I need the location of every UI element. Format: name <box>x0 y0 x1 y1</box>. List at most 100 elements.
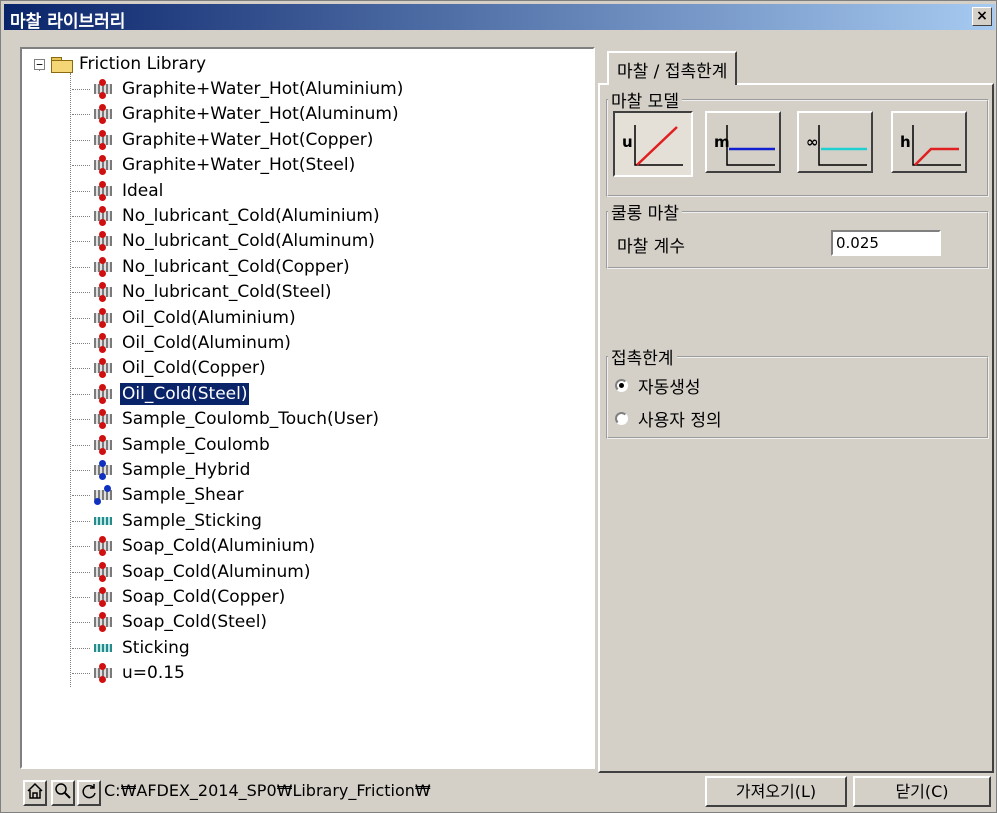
tree-connector <box>72 317 90 319</box>
tree-connector <box>72 597 90 598</box>
model-shear-button[interactable]: m <box>705 111 781 173</box>
tree-item-label: Oil_Cold(Copper) <box>122 358 266 379</box>
tree-item[interactable]: Oil_Cold(Aluminum) <box>72 331 293 355</box>
tree-item[interactable]: Sample_Shear <box>72 483 246 507</box>
tree-item-label: Oil_Cold(Aluminium) <box>122 307 296 328</box>
window-title: 마찰 라이브러리 <box>10 12 126 32</box>
tree-item[interactable]: Sticking <box>72 636 192 660</box>
tree-item-label: Oil_Cold(Steel) <box>118 381 251 406</box>
tree-item-label: Sample_Sticking <box>122 510 262 531</box>
tree-item-label: Graphite+Water_Hot(Aluminum) <box>122 104 399 125</box>
model-hybrid-button[interactable]: h <box>891 111 967 173</box>
tree-connector <box>72 470 90 471</box>
refresh-button[interactable] <box>77 780 101 806</box>
close-window-button[interactable]: × <box>972 7 992 26</box>
tree-item[interactable]: Sample_Coulomb <box>72 433 272 457</box>
tree-connector <box>72 266 90 268</box>
red-grid-icon <box>92 587 114 607</box>
user-defined-radio[interactable]: 사용자 정의 <box>615 406 722 431</box>
tree-item[interactable]: No_lubricant_Cold(Copper) <box>72 255 352 279</box>
tree-item[interactable]: No_lubricant_Cold(Aluminium) <box>72 204 382 228</box>
tab-friction-contact[interactable]: 마찰 / 접촉한계 <box>607 51 738 85</box>
red-grid-icon <box>92 282 114 303</box>
red-grid-icon <box>92 333 114 353</box>
model-coulomb-button[interactable]: u <box>613 111 693 177</box>
tree-connector <box>72 495 90 497</box>
friction-model-legend: 마찰 모델 <box>611 92 679 112</box>
tree-item-label: Sample_Shear <box>122 485 244 506</box>
tree-connector <box>72 622 90 624</box>
tree-item[interactable]: Oil_Cold(Copper) <box>72 356 268 380</box>
tree-item[interactable]: Graphite+Water_Hot(Steel) <box>72 153 357 177</box>
red-grid-icon <box>92 231 114 252</box>
tree-connector <box>72 571 90 573</box>
tree-connector <box>72 444 90 446</box>
red-grid-icon <box>92 129 114 150</box>
model-sticking-button[interactable]: ∞ <box>797 111 873 173</box>
tree-item-label: No_lubricant_Cold(Aluminum) <box>122 231 375 252</box>
model-symbol: ∞ <box>806 133 819 151</box>
tree-connector <box>72 393 90 395</box>
tree-item-label: No_lubricant_Cold(Aluminium) <box>122 206 380 226</box>
tree-item[interactable]: Graphite+Water_Hot(Copper) <box>72 128 375 152</box>
auto-generate-radio[interactable]: 자동생성 <box>615 373 701 398</box>
tree-item[interactable]: Soap_Cold(Copper) <box>72 585 287 609</box>
red-grid-icon <box>92 256 114 277</box>
red-grid-icon <box>92 383 114 404</box>
title-bar[interactable]: 마찰 라이브러리 × <box>4 4 995 32</box>
tree-item[interactable]: u=0.15 <box>72 661 187 685</box>
tree-connector <box>72 139 90 141</box>
tree-item[interactable]: Soap_Cold(Aluminum) <box>72 560 312 584</box>
red-grid-icon <box>92 104 114 125</box>
friction-coef-input[interactable]: 0.025 <box>831 230 941 256</box>
tree-item[interactable]: Soap_Cold(Steel) <box>72 610 269 634</box>
tree-connector <box>72 368 90 370</box>
tree-item-label: No_lubricant_Cold(Steel) <box>122 282 332 303</box>
tree-item[interactable]: Sample_Hybrid <box>72 458 252 482</box>
red-grid-icon <box>92 536 114 557</box>
hybrid-grid-icon <box>92 460 114 480</box>
tree-item-label: Sample_Coulomb_Touch(User) <box>122 409 380 430</box>
open-folder-icon <box>51 56 73 73</box>
tree-item[interactable]: No_lubricant_Cold(Aluminum) <box>72 229 377 253</box>
friction-tree[interactable]: − Friction Library Graphite+Water_Hot(Al… <box>20 47 595 769</box>
tree-connector <box>72 241 90 243</box>
tab-label: 마찰 / 접촉한계 <box>617 61 728 82</box>
sticking-grid-icon <box>92 638 114 658</box>
tree-item-label: No_lubricant_Cold(Copper) <box>122 256 350 277</box>
red-grid-icon <box>92 79 114 99</box>
tree-item[interactable]: Oil_Cold(Steel) <box>72 381 251 406</box>
model-symbol: h <box>900 133 911 151</box>
red-grid-icon <box>92 155 114 176</box>
tree-item-label: Sample_Hybrid <box>122 460 251 480</box>
red-grid-icon <box>92 307 114 328</box>
sticking-grid-icon <box>92 511 114 531</box>
contact-limit-legend: 접촉한계 <box>611 349 674 369</box>
tree-item-label: Ideal <box>122 180 164 201</box>
tree-item-label: Sticking <box>122 637 190 658</box>
tree-item[interactable]: Sample_Sticking <box>72 509 264 533</box>
red-grid-icon <box>92 206 114 226</box>
import-button[interactable]: 가져오기(L) <box>705 776 847 807</box>
tree-item[interactable]: Oil_Cold(Aluminium) <box>72 306 298 330</box>
tree-item-label: u=0.15 <box>122 663 185 684</box>
tree-item[interactable]: No_lubricant_Cold(Steel) <box>72 280 333 304</box>
tree-item-label: Graphite+Water_Hot(Aluminium) <box>122 79 404 99</box>
tree-connector <box>72 343 90 344</box>
tree-connector <box>72 89 90 90</box>
tree-item[interactable]: Graphite+Water_Hot(Aluminium) <box>72 77 405 101</box>
tree-item[interactable]: Soap_Cold(Aluminium) <box>72 534 317 558</box>
tree-branch-line <box>70 73 71 687</box>
close-button[interactable]: 닫기(C) <box>853 776 991 807</box>
radio-unchecked-icon <box>615 412 628 425</box>
tree-item[interactable]: Graphite+Water_Hot(Aluminum) <box>72 102 401 126</box>
tree-item[interactable]: Ideal <box>72 179 165 203</box>
tree-connector <box>72 114 90 116</box>
red-grid-icon <box>92 561 114 582</box>
search-button[interactable] <box>51 780 75 806</box>
collapse-icon[interactable]: − <box>34 58 45 70</box>
tree-item[interactable]: Sample_Coulomb_Touch(User) <box>72 407 381 431</box>
tree-root[interactable]: − Friction Library <box>34 53 206 75</box>
friction-library-window: 마찰 라이브러리 × − Friction Library Graphite+W… <box>0 0 997 813</box>
home-button[interactable] <box>23 780 47 806</box>
